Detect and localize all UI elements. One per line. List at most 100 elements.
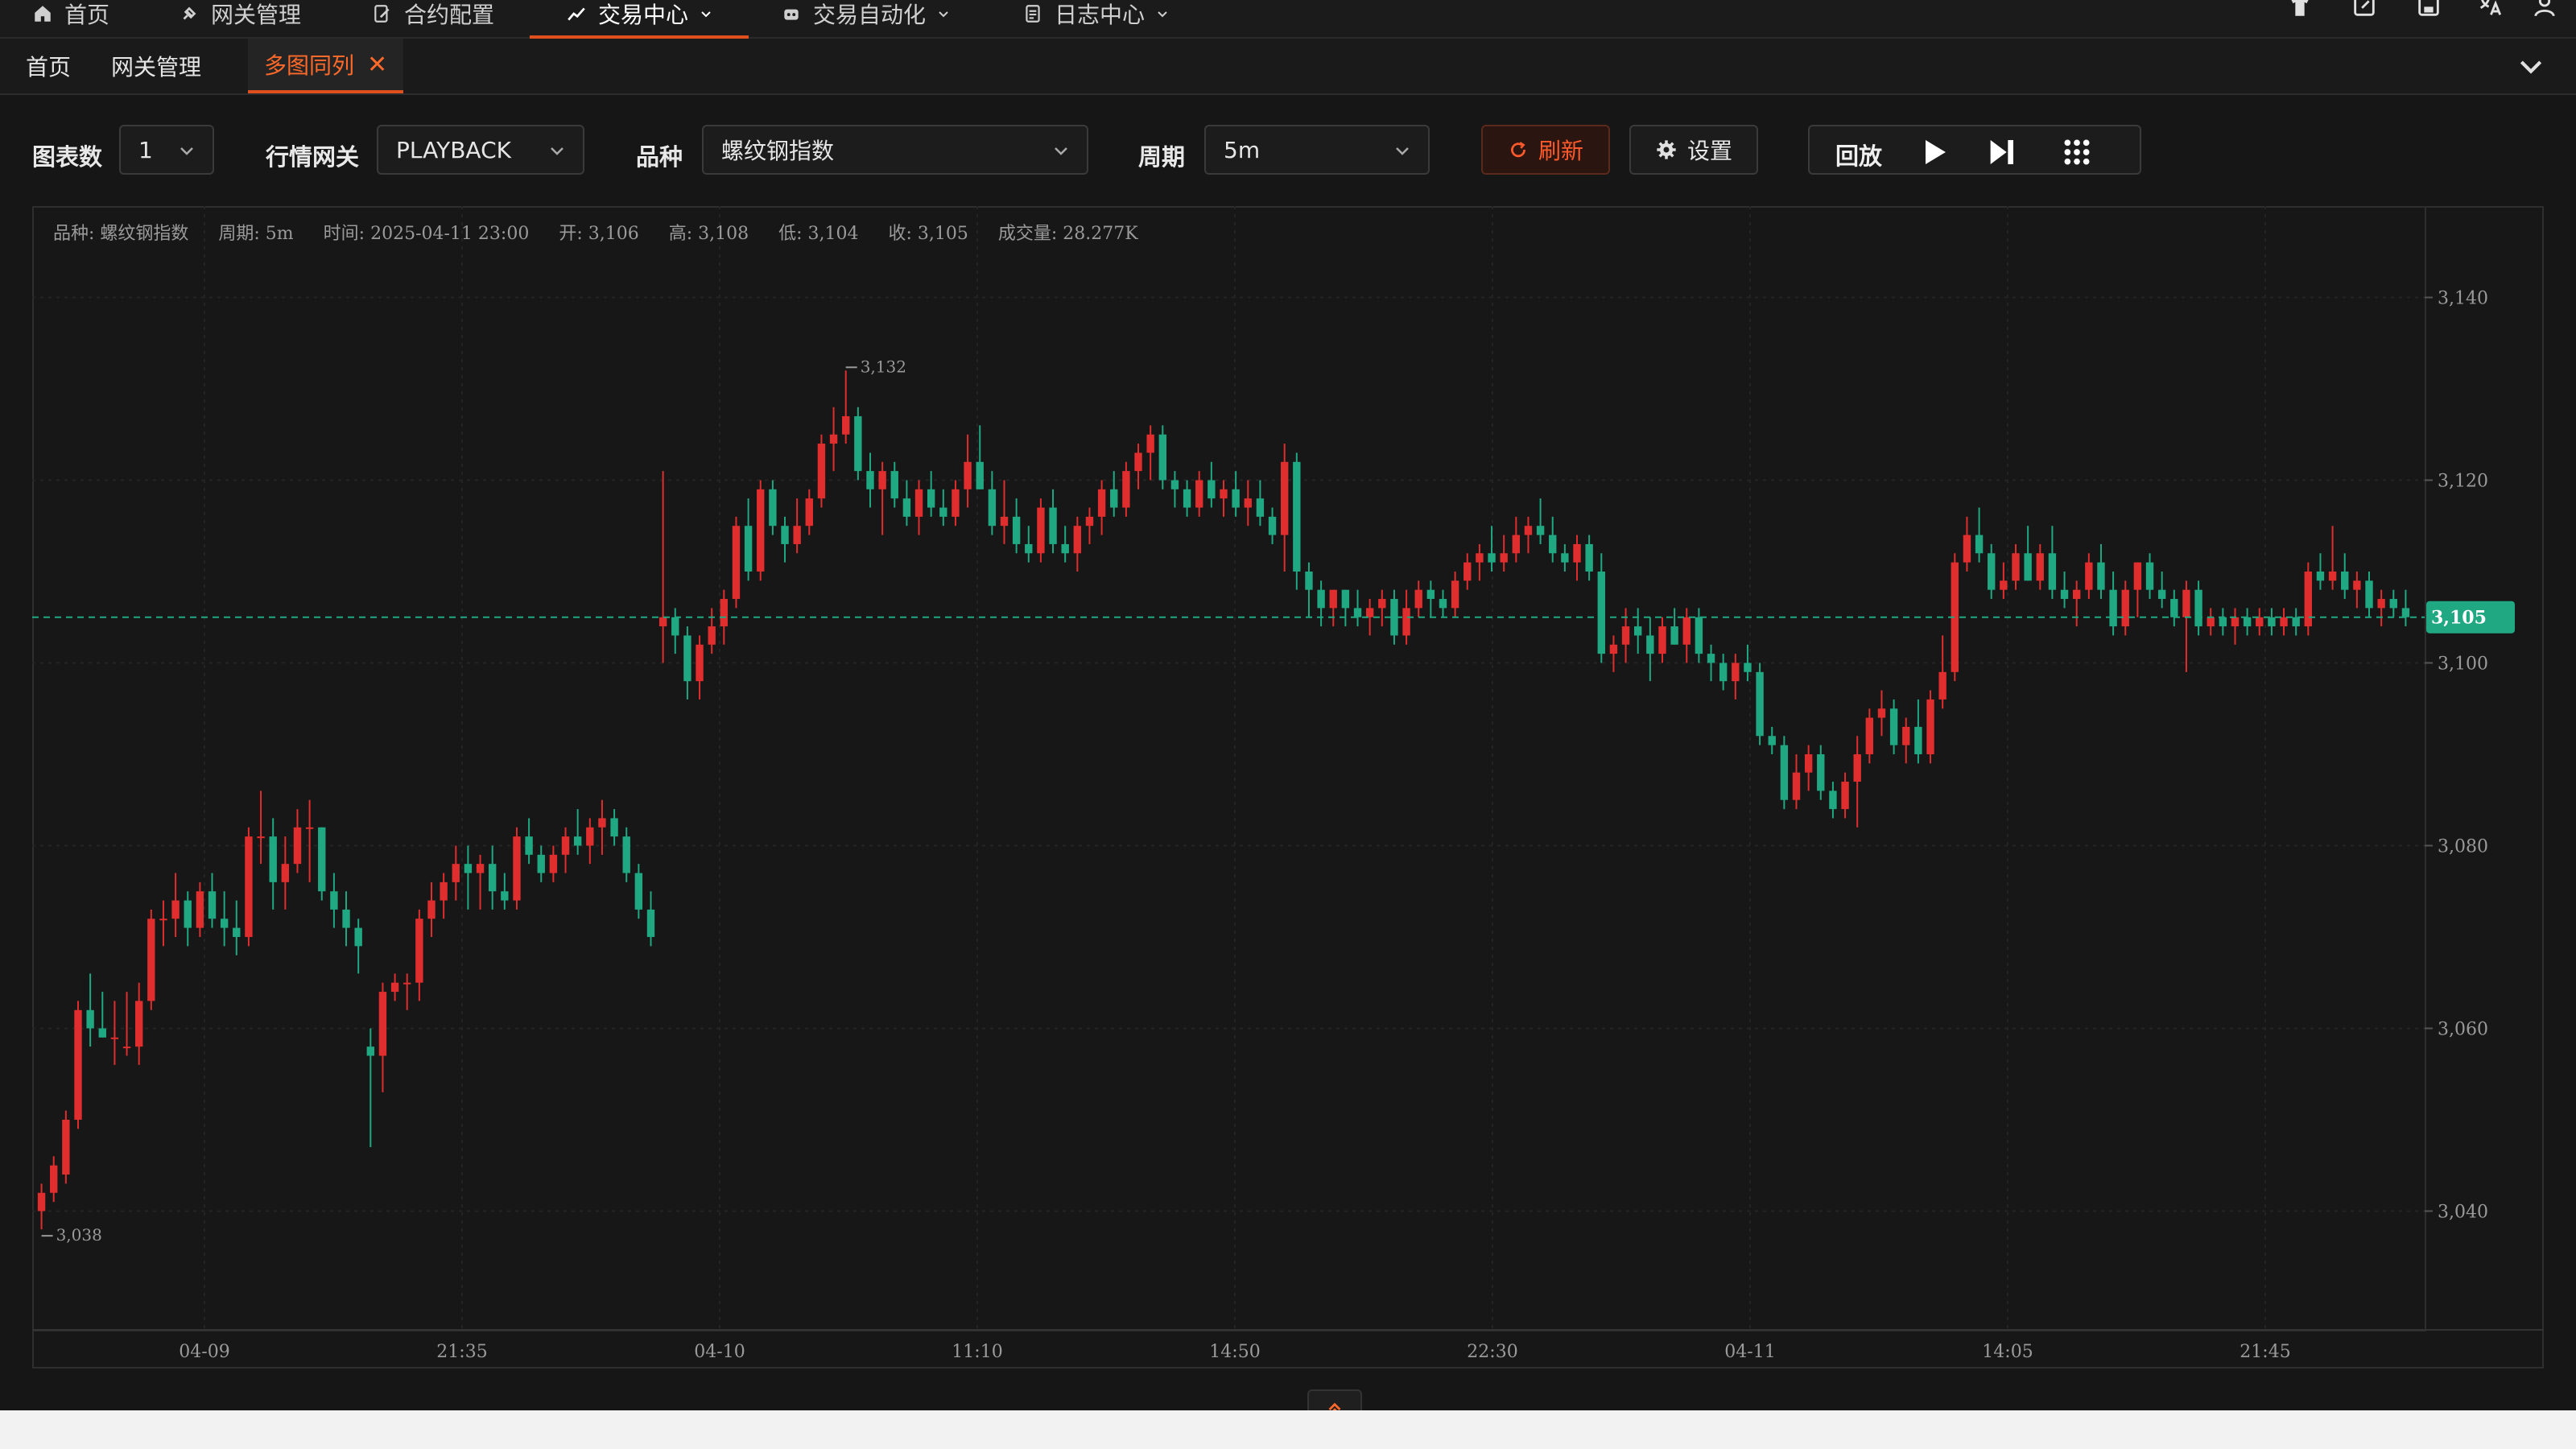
nav-item-logs[interactable]: 日志中心	[1022, 0, 1169, 37]
candle	[464, 864, 473, 873]
chevron-down-icon[interactable]	[2515, 50, 2547, 82]
gateway-select[interactable]: PLAYBACK	[377, 125, 584, 175]
max-price-label: 3,132	[861, 357, 906, 376]
candle	[1926, 699, 1934, 754]
user-icon[interactable]	[2531, 0, 2558, 19]
candle	[1305, 571, 1313, 590]
nav-item-automation[interactable]: 交易自动化	[781, 0, 950, 37]
chevron-down-icon	[1396, 147, 1409, 155]
chevron-down-icon	[1055, 147, 1067, 155]
period-select[interactable]: 5m	[1204, 125, 1430, 175]
symbol-select[interactable]: 螺纹钢指数	[702, 125, 1088, 175]
candle	[1585, 543, 1593, 572]
candle	[586, 827, 594, 846]
candle	[281, 864, 290, 882]
translate-icon[interactable]	[2476, 0, 2504, 19]
candle	[1353, 608, 1362, 617]
candle	[525, 836, 533, 855]
top-nav: 首页 网关管理 合约配置 交易中心 交易自动化 日志中心	[0, 0, 2576, 39]
close-icon[interactable]: ✕	[367, 51, 387, 79]
candle	[1670, 626, 1678, 645]
kline-chart-canvas[interactable]: 3,140 3,120 3,100 3,080 3,060 3,040 04-09 21:35…	[32, 206, 2544, 1368]
candle	[2036, 553, 2044, 581]
grid-dots-icon[interactable]	[2061, 136, 2093, 168]
nav-item-home[interactable]: 首页	[32, 0, 109, 37]
candle	[2182, 589, 2190, 617]
candle	[1938, 671, 1946, 700]
candle	[1085, 516, 1094, 526]
candle	[988, 489, 997, 526]
candle	[1841, 782, 1849, 810]
robot-icon	[784, 9, 799, 20]
candle	[330, 891, 338, 910]
tab-gateway[interactable]: 网关管理	[111, 39, 201, 93]
settings-button[interactable]: 设置	[1629, 125, 1758, 175]
candle	[1768, 736, 1776, 745]
shirt-icon[interactable]	[2286, 0, 2314, 19]
candle	[147, 919, 155, 1001]
candle	[2377, 599, 2385, 609]
candle	[2316, 571, 2325, 581]
x-axis-tick-label: 04-11	[1724, 1342, 1775, 1362]
candle	[927, 489, 935, 508]
chevron-down-icon	[180, 147, 193, 155]
nav-item-trading-center[interactable]: 交易中心	[530, 0, 749, 39]
play-icon[interactable]	[1918, 136, 1950, 168]
chevron-down-icon	[551, 147, 564, 155]
candle	[184, 900, 192, 928]
candle	[293, 827, 302, 865]
candle	[1744, 663, 1752, 672]
info-volume: 成交量: 28.277K	[997, 224, 1138, 244]
ohlc-info-bar: 品种: 螺纹钢指数 周期: 5m 时间: 2025-04-11 23:00 开:…	[53, 219, 1162, 245]
chart-count-select[interactable]: 1	[119, 125, 214, 175]
candle	[305, 827, 314, 829]
candle	[1158, 434, 1167, 481]
step-forward-icon[interactable]	[1985, 136, 2017, 168]
candle	[1707, 654, 1715, 663]
tab-multi-chart[interactable]: 多图同列 ✕	[248, 39, 404, 93]
candle	[2121, 589, 2129, 627]
candle	[1183, 489, 1191, 508]
candle	[196, 891, 204, 928]
candle	[1025, 543, 1033, 554]
candle	[1037, 507, 1045, 554]
candle	[2353, 580, 2361, 590]
candle	[318, 827, 326, 892]
share-window-icon[interactable]	[2351, 0, 2378, 19]
nav-item-gateway[interactable]: 网关管理	[179, 0, 301, 37]
tab-home[interactable]: 首页	[26, 39, 71, 93]
candle	[1804, 753, 1813, 773]
tab-label: 首页	[26, 54, 72, 80]
candle	[829, 434, 838, 444]
candle	[1488, 553, 1496, 563]
candle	[378, 992, 387, 1056]
candle	[1000, 516, 1009, 526]
y-axis-tick-label: 3,080	[2438, 836, 2488, 857]
candle	[2085, 562, 2093, 590]
candle	[415, 919, 423, 983]
candle	[366, 1046, 375, 1056]
candle	[1451, 580, 1459, 609]
refresh-icon	[1511, 142, 1525, 158]
candle	[98, 1028, 106, 1038]
y-axis-tick-label: 3,100	[2438, 654, 2488, 674]
candle	[1208, 480, 1216, 499]
candle	[110, 1037, 119, 1039]
candle	[744, 526, 753, 572]
nav-item-contract[interactable]: 合约配置	[372, 0, 494, 37]
candle	[1061, 543, 1069, 554]
candle	[1889, 708, 1898, 745]
candle	[683, 635, 691, 682]
candle	[1122, 471, 1130, 508]
candle	[622, 836, 630, 873]
candle	[1524, 526, 1533, 535]
save-icon[interactable]	[2415, 0, 2442, 19]
candle	[1609, 644, 1618, 654]
refresh-button[interactable]: 刷新	[1481, 125, 1610, 175]
candle	[952, 489, 960, 517]
candle	[2401, 608, 2410, 617]
candle	[1988, 553, 1996, 590]
candle	[2194, 589, 2202, 627]
candle	[354, 927, 362, 947]
candle	[440, 881, 448, 901]
